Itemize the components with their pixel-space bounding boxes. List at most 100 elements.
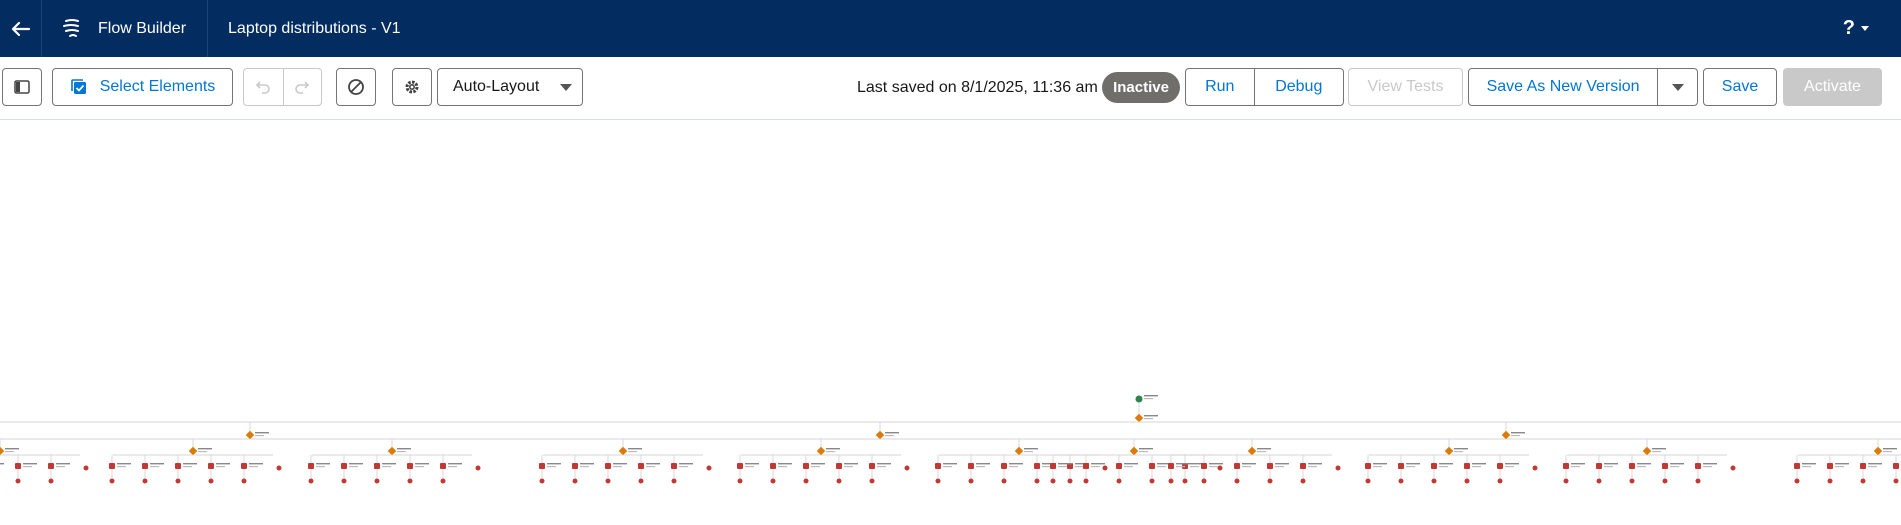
action-node[interactable] [770,463,776,469]
action-node[interactable] [803,463,809,469]
node-label-text[interactable] [1505,466,1514,468]
node-label-text[interactable] [216,463,230,465]
action-node[interactable] [1234,463,1240,469]
end-node[interactable] [1596,478,1602,484]
action-node[interactable] [1300,463,1306,469]
end-node[interactable] [1563,478,1569,484]
node-label-text[interactable] [646,463,660,465]
decision-node[interactable] [188,446,198,456]
node-label-text[interactable] [1373,463,1387,465]
end-node[interactable] [869,478,875,484]
action-node[interactable] [1083,463,1089,469]
action-node[interactable] [175,463,181,469]
node-label-text[interactable] [613,466,622,468]
save-as-new-version-button[interactable]: Save As New Version [1469,69,1657,105]
node-label-text[interactable] [679,466,688,468]
node-label-text[interactable] [1257,448,1271,450]
end-node[interactable] [241,478,247,484]
end-node[interactable] [308,478,314,484]
node-label-text[interactable] [1868,466,1877,468]
node-label-text[interactable] [56,463,70,465]
select-elements-button[interactable]: Select Elements [52,68,233,106]
end-node[interactable] [1034,478,1040,484]
action-node[interactable] [1794,463,1800,469]
node-label-text[interactable] [1176,466,1185,468]
save-options-dropdown[interactable] [1657,69,1697,105]
end-node[interactable] [904,465,910,471]
node-label-text[interactable] [255,435,264,437]
node-label-text[interactable] [1373,466,1382,468]
decision-node[interactable] [1247,446,1257,456]
end-node[interactable] [15,478,21,484]
action-node[interactable] [539,463,545,469]
action-node[interactable] [1168,463,1174,469]
node-label-text[interactable] [811,463,825,465]
node-label-text[interactable] [885,435,894,437]
node-label-text[interactable] [415,463,429,465]
end-node[interactable] [539,478,545,484]
settings-button[interactable] [392,68,432,106]
layout-select[interactable]: Auto-Layout [437,68,583,106]
node-label-text[interactable] [1075,466,1084,468]
node-label-text[interactable] [1139,451,1148,453]
node-label-text[interactable] [877,466,886,468]
node-label-text[interactable] [1124,466,1133,468]
action-node[interactable] [15,463,21,469]
node-label-text[interactable] [397,451,406,453]
end-node[interactable] [1860,478,1866,484]
node-label-text[interactable] [382,463,396,465]
node-label-text[interactable] [249,466,258,468]
end-node[interactable] [1365,478,1371,484]
end-node[interactable] [83,465,89,471]
end-node[interactable] [374,478,380,484]
end-node[interactable] [671,478,677,484]
node-label-text[interactable] [1009,466,1018,468]
end-node[interactable] [1431,478,1437,484]
node-label-text[interactable] [613,463,627,465]
action-node[interactable] [1050,463,1056,469]
decision-node[interactable] [1129,446,1139,456]
node-label-text[interactable] [628,451,637,453]
node-label-text[interactable] [844,463,858,465]
node-label-text[interactable] [1139,448,1153,450]
node-label-text[interactable] [778,463,792,465]
redo-button[interactable] [282,69,322,105]
node-label-text[interactable] [1308,463,1322,465]
node-label-text[interactable] [1275,466,1284,468]
decision-node[interactable] [1444,446,1454,456]
end-node[interactable] [1102,465,1108,471]
decision-node[interactable] [1873,446,1883,456]
node-label-text[interactable] [1802,463,1816,465]
node-label-text[interactable] [255,432,269,434]
node-label-text[interactable] [580,463,594,465]
node-label-text[interactable] [547,466,556,468]
action-node[interactable] [1398,463,1404,469]
node-label-text[interactable] [1868,463,1882,465]
action-node[interactable] [1860,463,1866,469]
undo-button[interactable] [244,69,283,105]
toggle-panel-button[interactable] [2,68,42,106]
node-label-text[interactable] [415,466,424,468]
end-node[interactable] [1629,478,1635,484]
node-label-text[interactable] [1144,398,1153,400]
help-menu-button[interactable]: ? [1843,0,1869,57]
run-button[interactable]: Run [1186,69,1254,105]
flow-canvas[interactable] [0,120,1901,525]
node-label-text[interactable] [976,463,990,465]
action-node[interactable] [737,463,743,469]
action-node[interactable] [241,463,247,469]
action-node[interactable] [142,463,148,469]
node-label-text[interactable] [1058,463,1072,465]
node-label-text[interactable] [1308,466,1317,468]
debug-button[interactable]: Debug [1253,69,1343,105]
node-label-text[interactable] [1144,415,1158,417]
action-node[interactable] [1201,463,1207,469]
decision-node[interactable] [387,446,397,456]
node-label-text[interactable] [117,466,126,468]
node-label-text[interactable] [1835,463,1849,465]
node-label-text[interactable] [1571,463,1585,465]
end-node[interactable] [1695,478,1701,484]
decision-node[interactable] [1501,430,1511,440]
action-node[interactable] [1431,463,1437,469]
action-node[interactable] [1596,463,1602,469]
